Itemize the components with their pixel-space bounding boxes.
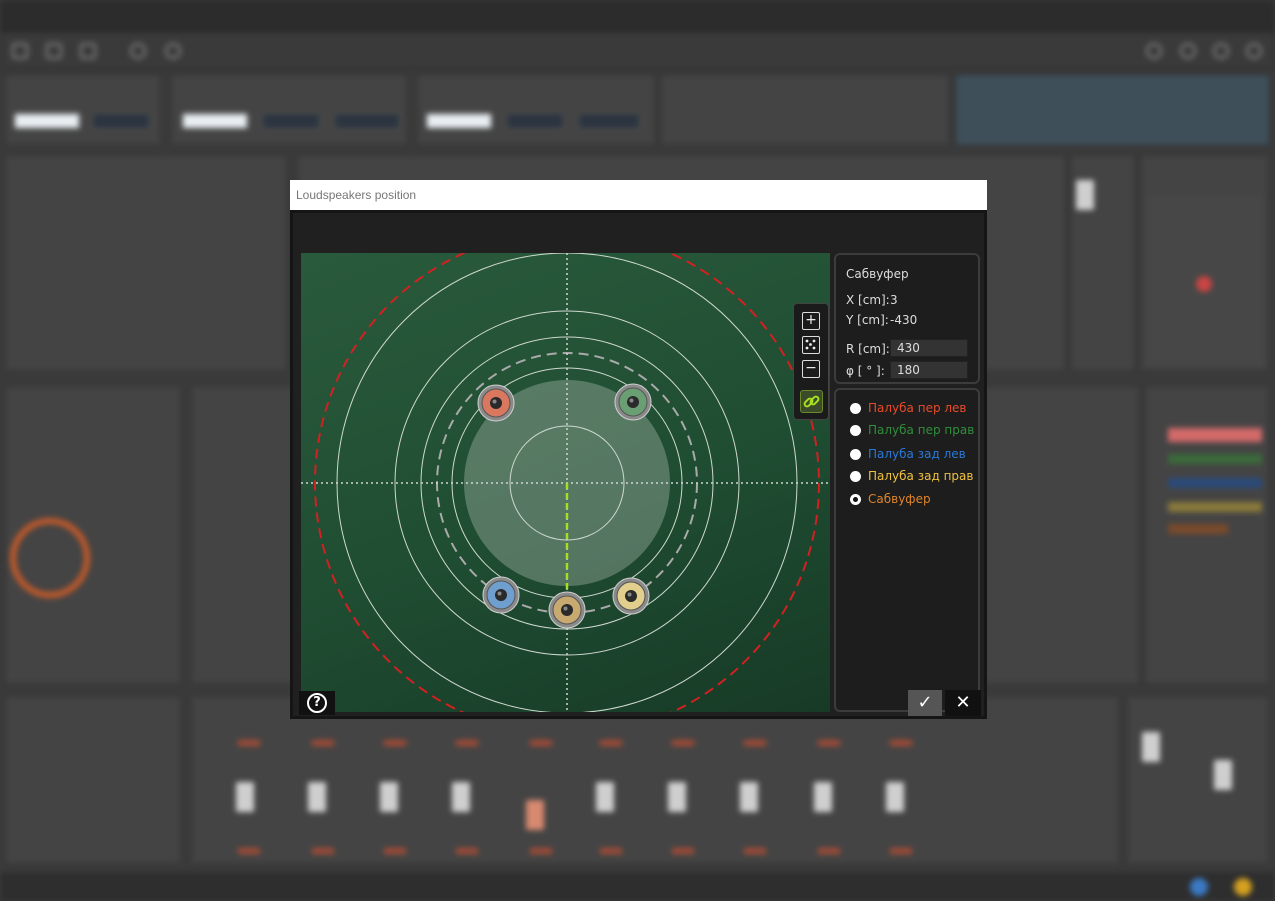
- phi-label: φ [ ° ]:: [846, 364, 885, 378]
- radio-button[interactable]: [850, 425, 861, 436]
- link-glyph: [803, 395, 820, 408]
- speaker-marker[interactable]: [548, 591, 586, 629]
- zoom-in-icon[interactable]: +: [802, 312, 820, 330]
- ok-button[interactable]: ✓: [908, 690, 942, 716]
- loudspeakers-position-dialog: Loudspeakers position + − Сабвуфер X [cm…: [290, 180, 987, 719]
- radio-button[interactable]: [850, 471, 861, 482]
- speaker-marker[interactable]: [614, 383, 652, 421]
- speaker-option-label: Сабвуфер: [868, 492, 931, 506]
- position-grid: [301, 253, 830, 712]
- r-input[interactable]: 430: [890, 339, 968, 357]
- radio-button[interactable]: [850, 403, 861, 414]
- help-button[interactable]: ?: [299, 691, 335, 715]
- y-value: -430: [890, 313, 918, 327]
- position-canvas[interactable]: + −: [301, 253, 830, 712]
- radio-button[interactable]: [850, 449, 861, 460]
- speaker-option-label: Палуба пер лев: [868, 401, 967, 415]
- speaker-marker[interactable]: [477, 384, 515, 422]
- check-icon: ✓: [917, 692, 933, 713]
- close-icon: ✕: [955, 692, 971, 713]
- radio-button[interactable]: [850, 494, 861, 505]
- speaker-list-panel: Палуба пер лев Палуба пер прав Палуба за…: [834, 388, 980, 712]
- link-icon[interactable]: [800, 390, 823, 413]
- cancel-button[interactable]: ✕: [945, 690, 981, 716]
- speaker-marker[interactable]: [482, 576, 520, 614]
- speaker-option-label: Палуба зад прав: [868, 469, 974, 483]
- r-label: R [cm]:: [846, 342, 890, 356]
- speaker-properties-panel: Сабвуфер X [cm]: 3 Y [cm]: -430 R [cm]: …: [834, 253, 980, 384]
- zoom-toolbar: + −: [793, 303, 829, 420]
- selected-speaker-name: Сабвуфер: [846, 267, 909, 281]
- x-label: X [cm]:: [846, 293, 890, 307]
- dialog-body: + − Сабвуфер X [cm]: 3 Y [cm]: -430 R [c…: [290, 210, 987, 719]
- dialog-title: Loudspeakers position: [290, 180, 987, 210]
- speaker-option-label: Палуба пер прав: [868, 423, 975, 437]
- x-value: 3: [890, 293, 898, 307]
- help-icon: ?: [307, 693, 327, 713]
- phi-input[interactable]: 180: [890, 361, 968, 379]
- fit-view-glyph: [805, 339, 816, 350]
- speaker-option-label: Палуба зад лев: [868, 447, 966, 461]
- y-label: Y [cm]:: [846, 313, 889, 327]
- fit-view-icon[interactable]: [802, 336, 820, 354]
- zoom-out-icon[interactable]: −: [802, 360, 820, 378]
- speaker-marker[interactable]: [612, 577, 650, 615]
